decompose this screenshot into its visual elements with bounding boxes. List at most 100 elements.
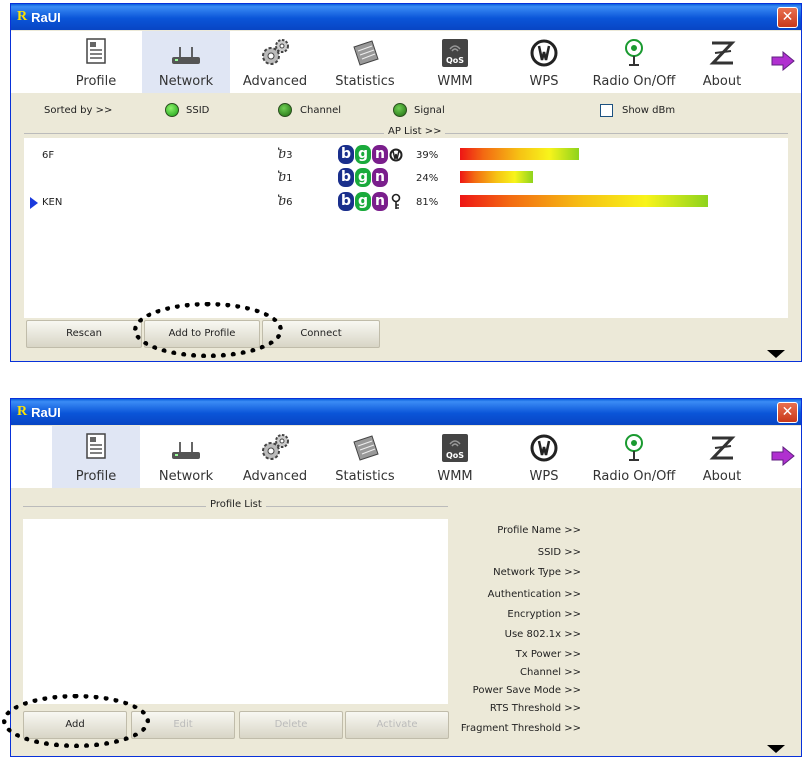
ap-row[interactable]: ⴆ1 b g n 24% bbox=[24, 167, 788, 189]
ap-row[interactable]: 6F ⴆ3 b g n 39% bbox=[24, 144, 788, 166]
radio-icon bbox=[617, 37, 651, 69]
tab-advanced[interactable]: Advanced bbox=[231, 31, 319, 93]
antenna-icon: ⴆ bbox=[278, 194, 287, 209]
window-title: RaUI bbox=[31, 404, 61, 420]
tab-label: Profile bbox=[75, 74, 117, 89]
tab-advanced[interactable]: Advanced bbox=[231, 426, 319, 488]
show-dbm-checkbox[interactable] bbox=[600, 104, 613, 117]
tab-profile[interactable]: Profile bbox=[52, 426, 140, 488]
tab-label: About bbox=[702, 469, 742, 484]
tab-label: WMM bbox=[437, 74, 473, 89]
tab-label: Statistics bbox=[335, 469, 395, 484]
tab-wps[interactable]: WPS bbox=[500, 31, 588, 93]
tab-radio-on-off[interactable]: Radio On/Off bbox=[584, 31, 684, 93]
raui-logo-icon: R bbox=[17, 404, 28, 419]
show-dbm-label: Show dBm bbox=[622, 105, 676, 116]
highlight-ellipse bbox=[133, 302, 283, 358]
tab-statistics[interactable]: Statistics bbox=[321, 31, 409, 93]
ap-signal-bar bbox=[460, 195, 708, 207]
tab-label: WMM bbox=[437, 469, 473, 484]
expand-down-icon[interactable] bbox=[761, 347, 791, 359]
ap-channel-number: 3 bbox=[286, 150, 293, 161]
key-icon bbox=[389, 192, 403, 211]
ap-ssid: KEN bbox=[42, 197, 63, 208]
power-save-mode-label: Power Save Mode >> bbox=[472, 685, 581, 696]
about-icon bbox=[705, 432, 739, 464]
next-arrow-icon[interactable] bbox=[771, 51, 795, 71]
ap-row[interactable]: KEN ⴆ6 b g n 81% bbox=[24, 191, 788, 213]
close-button[interactable]: ✕ bbox=[777, 7, 798, 28]
channel-label: Channel >> bbox=[520, 667, 581, 678]
tab-label: Network bbox=[158, 469, 214, 484]
raui-logo-icon: R bbox=[17, 9, 28, 24]
tab-label: Radio On/Off bbox=[592, 469, 676, 484]
profile-name-label: Profile Name >> bbox=[497, 525, 581, 536]
network-icon bbox=[169, 37, 203, 69]
tab-label: Advanced bbox=[242, 74, 308, 89]
tab-about[interactable]: About bbox=[678, 426, 766, 488]
network-panel: Sorted by >> SSID Channel Signal Show dB… bbox=[24, 94, 788, 356]
tab-label: Statistics bbox=[335, 74, 395, 89]
mode-b-icon: b bbox=[338, 168, 354, 187]
sorted-by-label: Sorted by >> bbox=[44, 105, 113, 116]
rts-threshold-label: RTS Threshold >> bbox=[489, 703, 581, 714]
tab-network[interactable]: Network bbox=[142, 31, 230, 93]
tab-wmm[interactable]: WMM bbox=[411, 426, 499, 488]
ap-list[interactable]: 6F ⴆ3 b g n 39% ⴆ1 b g n 24% KEN ⴆ6 b g … bbox=[24, 138, 788, 318]
sort-ssid-radio[interactable] bbox=[165, 103, 179, 117]
tab-network[interactable]: Network bbox=[142, 426, 230, 488]
authentication-label: Authentication >> bbox=[487, 589, 581, 600]
tab-radio-on-off[interactable]: Radio On/Off bbox=[584, 426, 684, 488]
toolbar: Profile Network Advanced Statistics WMM … bbox=[11, 31, 801, 93]
about-icon bbox=[705, 37, 739, 69]
activate-button[interactable]: Activate bbox=[345, 711, 449, 739]
ap-channel: ⴆ1 bbox=[278, 170, 293, 185]
sort-bar: Sorted by >> SSID Channel Signal Show dB… bbox=[24, 94, 788, 124]
next-arrow-icon[interactable] bbox=[771, 446, 795, 466]
ap-signal-percent: 24% bbox=[416, 173, 439, 184]
tab-about[interactable]: About bbox=[678, 31, 766, 93]
network-icon bbox=[169, 432, 203, 464]
tab-label: Profile bbox=[75, 469, 117, 484]
profile-icon bbox=[79, 432, 113, 464]
encryption-label: Encryption >> bbox=[507, 609, 581, 620]
profile-list[interactable] bbox=[23, 519, 448, 704]
wps-icon bbox=[527, 37, 561, 69]
profile-icon bbox=[79, 37, 113, 69]
raui-window-network: R RaUI ✕ Profile Network Advanced Statis… bbox=[10, 3, 802, 362]
wps-icon bbox=[389, 145, 403, 164]
close-button[interactable]: ✕ bbox=[777, 402, 798, 423]
highlight-ellipse bbox=[2, 694, 150, 748]
ap-ssid: 6F bbox=[42, 150, 55, 161]
sort-ssid-label: SSID bbox=[186, 105, 210, 116]
tab-statistics[interactable]: Statistics bbox=[321, 426, 409, 488]
mode-g-icon: g bbox=[355, 192, 371, 211]
tab-profile[interactable]: Profile bbox=[52, 31, 140, 93]
wps-icon bbox=[527, 432, 561, 464]
ap-channel-number: 1 bbox=[286, 173, 293, 184]
advanced-icon bbox=[258, 432, 292, 464]
title-bar: R RaUI ✕ bbox=[11, 4, 801, 30]
sort-channel-radio[interactable] bbox=[278, 103, 292, 117]
mode-n-icon: n bbox=[372, 168, 388, 187]
delete-button[interactable]: Delete bbox=[239, 711, 343, 739]
title-bar: R RaUI ✕ bbox=[11, 399, 801, 425]
tx-power-label: Tx Power >> bbox=[515, 649, 581, 660]
sort-channel-label: Channel bbox=[300, 105, 342, 116]
ap-channel-number: 6 bbox=[286, 197, 293, 208]
expand-down-icon[interactable] bbox=[761, 742, 791, 754]
tab-wps[interactable]: WPS bbox=[500, 426, 588, 488]
advanced-icon bbox=[258, 37, 292, 69]
ap-signal-bar bbox=[460, 171, 533, 183]
ap-signal-percent: 39% bbox=[416, 150, 439, 161]
tab-wmm[interactable]: WMM bbox=[411, 31, 499, 93]
ap-channel: ⴆ3 bbox=[278, 147, 293, 162]
use-8021x-label: Use 802.1x >> bbox=[504, 629, 581, 640]
sort-signal-radio[interactable] bbox=[393, 103, 407, 117]
tab-label: WPS bbox=[529, 74, 559, 89]
fragment-threshold-label: Fragment Threshold >> bbox=[460, 723, 581, 734]
ap-list-title: AP List >> bbox=[384, 126, 446, 137]
rescan-button[interactable]: Rescan bbox=[26, 320, 142, 348]
wmm-icon bbox=[438, 37, 472, 69]
tab-label: Network bbox=[158, 74, 214, 89]
